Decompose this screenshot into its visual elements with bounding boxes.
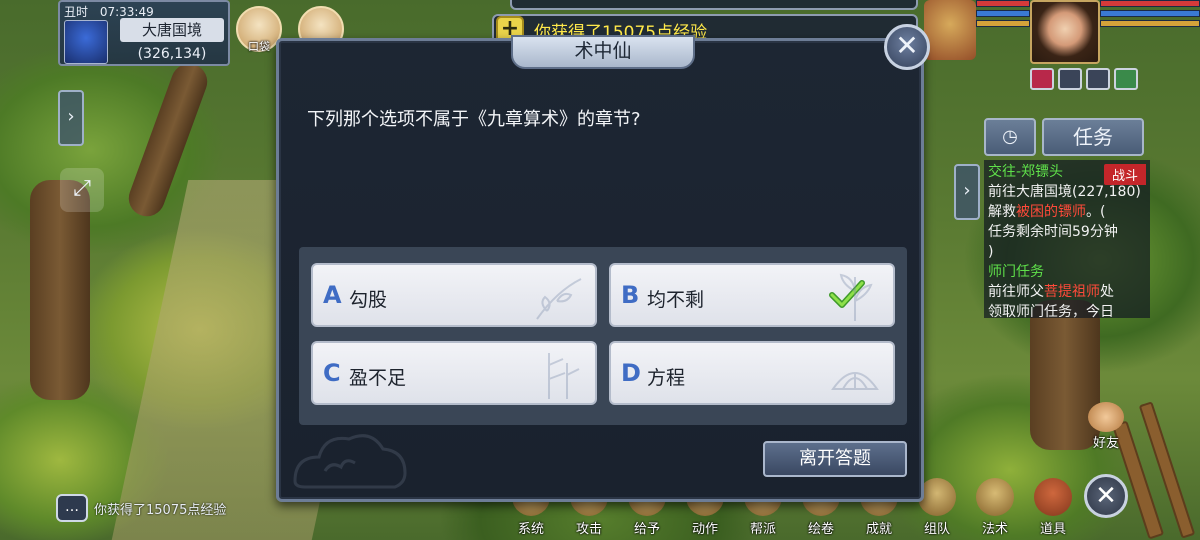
option-a-button[interactable]: A 勾股: [311, 263, 597, 327]
left-panel-toggle-icon[interactable]: ›: [58, 90, 84, 146]
battle-badge: 战斗: [1103, 164, 1146, 185]
quest-title: 师门任务: [988, 264, 1044, 280]
quest-entry[interactable]: 师门任务 前往师父菩提祖师处 领取师门任务，今日: [988, 262, 1146, 318]
tab-quests[interactable]: 任务: [1042, 118, 1144, 156]
cloud-deco-icon: [293, 434, 407, 489]
quiz-dialog: 术中仙 下列那个选项不属于《九章算术》的章节? A 勾股 B 均不剩 C 盈不足…: [276, 35, 924, 502]
quiz-question: 下列那个选项不属于《九章算术》的章节?: [307, 109, 641, 130]
flower-deco-icon: [536, 278, 582, 320]
gear-icon[interactable]: [1086, 68, 1110, 90]
quest-line: 前往大唐国境(227,180): [988, 184, 1141, 200]
quest-line: 前往师父菩提祖师处: [988, 284, 1114, 300]
quest-line: 任务剩余时间59分钟: [988, 224, 1118, 240]
lotus-deco-icon: [831, 372, 879, 390]
quest-line: ): [988, 244, 994, 260]
quest-entry[interactable]: 交往-郑镖头 战斗 前往大唐国境(227,180) 解救被困的镖师。( 任务剩余…: [988, 162, 1146, 262]
location-hud[interactable]: 丑时 07:33:49 大唐国境 (326,134): [58, 0, 230, 66]
heart-icon[interactable]: [1030, 68, 1054, 90]
quest-panel-toggle-icon[interactable]: ›: [954, 164, 980, 220]
notice-strip: [510, 0, 918, 10]
time-slot: 丑时: [64, 5, 89, 19]
quest-line: 解救被困的镖师。(: [988, 204, 1106, 220]
zone-name: 大唐国境: [120, 18, 224, 42]
menu-spell[interactable]: 法术: [970, 478, 1020, 538]
clock-icon[interactable]: ◷: [984, 118, 1036, 156]
buff-icons[interactable]: [1030, 68, 1138, 90]
close-icon[interactable]: ✕: [884, 24, 930, 70]
handshake-icon: [1088, 402, 1124, 432]
spell-icon: [976, 478, 1014, 516]
bamboo-deco-icon: [548, 353, 580, 399]
pet-portrait[interactable]: [924, 0, 976, 60]
option-c-button[interactable]: C 盈不足: [311, 341, 597, 405]
quest-tabs: ◷ 任务: [984, 118, 1144, 156]
flower-deco-icon: [839, 273, 873, 321]
player-coords: (326,134): [137, 46, 207, 62]
option-text: 均不剩: [647, 289, 705, 311]
dialog-title: 术中仙: [511, 35, 695, 69]
chest-icon: [1034, 478, 1072, 516]
player-avatar[interactable]: [1030, 0, 1100, 64]
chat-bubble-icon[interactable]: …: [56, 494, 88, 522]
chat-bar[interactable]: … 你获得了15075点经验: [56, 494, 226, 522]
option-letter: A: [323, 281, 342, 309]
option-text: 方程: [647, 367, 686, 389]
option-letter: C: [323, 359, 341, 387]
quest-line: 领取师门任务，今日: [988, 304, 1114, 318]
close-menu-icon[interactable]: ✕: [1084, 474, 1128, 518]
clock: 07:33:49: [99, 5, 154, 19]
option-text: 盈不足: [349, 367, 407, 389]
globe-icon[interactable]: [1114, 68, 1138, 90]
quest-tracker[interactable]: 交往-郑镖头 战斗 前往大唐国境(227,180) 解救被困的镖师。( 任务剩余…: [984, 160, 1150, 318]
option-b-button[interactable]: B 均不剩: [609, 263, 895, 327]
map-portrait: [64, 20, 108, 64]
friends-label: 好友: [1092, 436, 1119, 451]
option-text: 勾股: [349, 289, 388, 311]
bag-label: 口袋: [248, 40, 270, 53]
option-d-button[interactable]: D 方程: [609, 341, 895, 405]
friends-button[interactable]: 好友: [1084, 402, 1128, 452]
player-status-bars: [1100, 0, 1200, 42]
ring-icon[interactable]: [1058, 68, 1082, 90]
chat-last-message: 你获得了15075点经验: [94, 502, 227, 518]
leave-quiz-button[interactable]: 离开答题: [763, 441, 907, 477]
menu-items[interactable]: 道具: [1028, 478, 1078, 538]
answer-area: A 勾股 B 均不剩 C 盈不足 D 方程: [299, 247, 907, 425]
tree-trunk: [30, 180, 90, 400]
pet-status-bars: [976, 0, 1030, 42]
expand-icon[interactable]: ⤢: [60, 168, 104, 212]
option-letter: B: [621, 281, 640, 309]
option-letter: D: [621, 359, 641, 387]
